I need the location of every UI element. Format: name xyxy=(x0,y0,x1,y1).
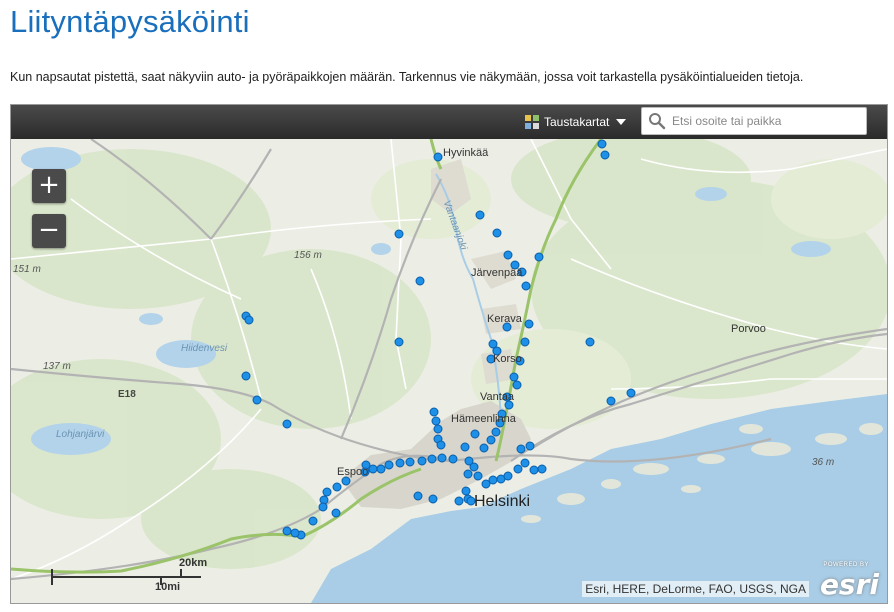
map-label-jarvenpaa: Järvenpää xyxy=(471,267,523,279)
map-label-helsinki: Helsinki xyxy=(474,493,531,510)
map-label-elev-151: 151 m xyxy=(13,264,41,275)
zoom-in-button[interactable]: + xyxy=(32,169,66,203)
esri-wordmark: esri xyxy=(819,568,879,601)
map-label-vantaa: Vantaa xyxy=(480,391,515,403)
scale-km-label: 20km xyxy=(179,557,208,569)
zoom-out-button[interactable]: − xyxy=(32,214,66,248)
map-label-elev-137: 137 m xyxy=(43,361,71,372)
map-label-e18: E18 xyxy=(118,389,136,400)
map-toolbar: Taustakartat xyxy=(11,105,887,139)
map-attribution: Esri, HERE, DeLorme, FAO, USGS, NGA xyxy=(582,581,809,597)
basemap-grid-icon xyxy=(525,115,539,129)
scale-mi-label: 10mi xyxy=(155,581,181,593)
map-label-elev-36: 36 m xyxy=(812,457,835,468)
intro-text: Kun napsautat pistettä, saat näkyviin au… xyxy=(10,70,804,84)
basemap-label: Taustakartat xyxy=(544,115,610,129)
map-label-espoo: Espoo xyxy=(337,466,369,478)
map-label-porvoo: Porvoo xyxy=(731,323,766,335)
map-label-hyvinkaa: Hyvinkää xyxy=(443,147,489,159)
chevron-down-icon xyxy=(616,119,627,125)
search-icon[interactable] xyxy=(646,110,668,132)
search-input[interactable] xyxy=(668,114,866,128)
map-label-hiidenvesi: Hiidenvesi xyxy=(181,343,228,354)
map-label-korso: Korso xyxy=(493,353,522,365)
basemap-gallery-button[interactable]: Taustakartat xyxy=(525,113,627,131)
scale-bar: 20km 10mi xyxy=(51,557,211,593)
map-label-kerava: Kerava xyxy=(487,313,522,325)
map-label-lohjanjarvi: Lohjanjärvi xyxy=(56,429,105,440)
map-canvas[interactable]: + − Hyvinkää Vantaanjoki Järvenpää Kerav… xyxy=(11,139,887,603)
esri-logo[interactable]: POWERED BY esri xyxy=(819,562,881,601)
page-title: Liityntäpysäköinti xyxy=(10,4,250,39)
map-label-elev-156: 156 m xyxy=(294,250,322,261)
search-box xyxy=(641,107,867,135)
map-widget: Taustakartat Etsi osoite tai paikka + − … xyxy=(10,104,888,604)
map-label-hameenlinna: Hämeenlinna xyxy=(451,413,516,425)
